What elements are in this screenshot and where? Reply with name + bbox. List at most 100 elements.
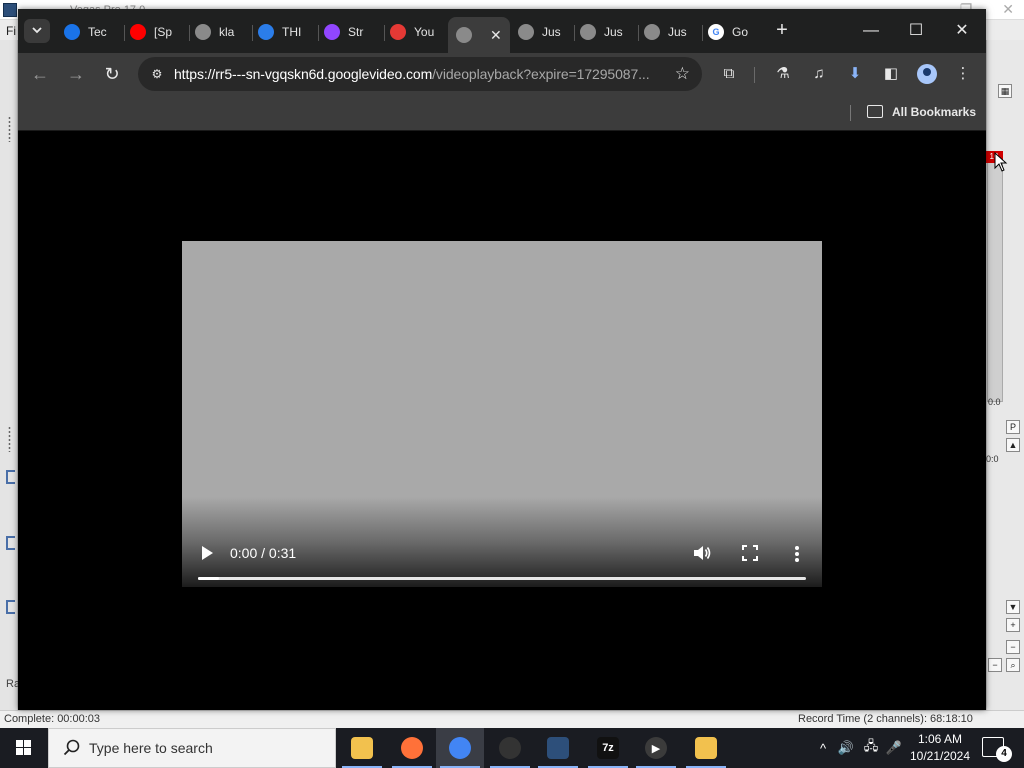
background-time-readout: 0:0	[986, 454, 999, 464]
taskbar-app-7zip[interactable]: 7z	[584, 728, 632, 768]
taskbar-app-chrome[interactable]	[436, 728, 484, 768]
chrome-icon	[449, 737, 471, 759]
profile-avatar-icon[interactable]	[917, 64, 937, 84]
track-icon[interactable]	[6, 600, 15, 614]
tab-search-button[interactable]	[24, 19, 50, 43]
url-text[interactable]: https://rr5---sn-vgqskn6d.googlevideo.co…	[174, 66, 664, 82]
taskbar-clock[interactable]: 1:06 AM 10/21/2024	[908, 731, 972, 765]
maximize-button[interactable]: ☐	[893, 17, 939, 45]
taskbar-app-file-explorer[interactable]	[338, 728, 386, 768]
show-hidden-icons-button[interactable]: ^	[814, 728, 832, 768]
tab-5[interactable]: Str	[324, 17, 374, 47]
folder-icon[interactable]	[867, 105, 883, 118]
video-player[interactable]: 0:00 / 0:31	[182, 241, 822, 587]
tab-separator	[252, 25, 253, 41]
tab-4[interactable]: THI	[258, 17, 308, 47]
new-tab-button[interactable]: +	[770, 19, 794, 43]
play-icon[interactable]	[200, 545, 214, 561]
tab-label: Str	[348, 25, 364, 39]
zoom-out-icon[interactable]: −	[1006, 640, 1020, 654]
obs-icon	[499, 737, 521, 759]
fullscreen-icon[interactable]	[742, 545, 758, 561]
media-controls-icon[interactable]: ♫	[808, 63, 830, 85]
tab-label: Go	[732, 25, 749, 39]
globe-icon	[195, 24, 211, 40]
tab-separator	[384, 25, 385, 41]
download-icon	[390, 24, 406, 40]
taskbar-search-box[interactable]: Type here to search	[48, 728, 336, 768]
tab-label: Jus	[542, 25, 561, 39]
chevron-down-icon	[32, 27, 42, 34]
start-button[interactable]	[0, 728, 48, 768]
forward-button[interactable]: →	[64, 62, 88, 86]
status-record-time: Record Time (2 channels): 68:18:10	[798, 713, 973, 725]
toolbar-separator	[754, 67, 755, 83]
more-options-icon[interactable]	[794, 545, 800, 563]
tab-separator	[124, 25, 125, 41]
grip-icon[interactable]	[8, 426, 11, 452]
tab-8[interactable]: Jus	[518, 17, 568, 47]
firefox-icon	[401, 737, 423, 759]
tab-10[interactable]: Jus	[644, 17, 694, 47]
minimize-button[interactable]: —	[848, 17, 894, 45]
track-icon[interactable]	[6, 536, 15, 550]
zoom-in-icon[interactable]: +	[1006, 618, 1020, 632]
taskbar-app-media-player[interactable]: ▶	[632, 728, 680, 768]
side-panel-icon[interactable]: ◧	[880, 63, 902, 85]
video-progress-bar[interactable]	[198, 577, 806, 580]
taskbar-app-firefox[interactable]	[388, 728, 436, 768]
browser-toolbar: ← → ↻ ⚙ https://rr5---sn-vgqskn6d.google…	[18, 53, 986, 95]
tab-label: THI	[282, 25, 302, 39]
taskbar-app-files-cloud[interactable]	[682, 728, 730, 768]
extensions-icon[interactable]: ⧉	[718, 63, 740, 85]
close-icon[interactable]: ✕	[1002, 1, 1014, 18]
tab-3[interactable]: kla	[195, 17, 245, 47]
site-info-icon[interactable]: ⚙	[148, 65, 166, 83]
labs-flask-icon[interactable]: ⚗	[772, 63, 794, 85]
download-icon[interactable]: ⬇	[844, 63, 866, 85]
p-button[interactable]: P	[1006, 420, 1020, 434]
all-bookmarks-button[interactable]: All Bookmarks	[892, 105, 976, 119]
tab-9[interactable]: Jus	[580, 17, 630, 47]
scroll-up-icon[interactable]: ▲	[1006, 438, 1020, 452]
bookmark-star-icon[interactable]: ☆	[675, 64, 690, 84]
twitch-icon	[324, 24, 340, 40]
reload-button[interactable]: ↻	[100, 62, 124, 86]
media-player-icon: ▶	[645, 737, 667, 759]
taskbar-app-vegas[interactable]	[534, 728, 582, 768]
tab-7[interactable]: ✕	[448, 17, 510, 53]
taskbar: Type here to search 7z ▶ ^ 🔊 🖧 🎤 1:06 AM …	[0, 728, 1024, 768]
taskbar-app-obs[interactable]	[486, 728, 534, 768]
globe-icon	[456, 27, 472, 43]
tab-separator	[574, 25, 575, 41]
tab-label: You	[414, 25, 435, 39]
arrow-up-circle-icon	[64, 24, 80, 40]
close-window-button[interactable]: ✕	[939, 17, 985, 45]
grid-icon[interactable]: ▦	[998, 84, 1012, 98]
tab-strip: Tec [Sp kla THI Str You ✕ Jus Jus Jus G Go + — ☐ ✕	[18, 9, 986, 53]
grip-icon[interactable]	[8, 116, 11, 142]
chrome-window: Tec [Sp kla THI Str You ✕ Jus Jus Jus G Go + — ☐ ✕ …	[18, 9, 986, 710]
tab-1[interactable]: Tec	[64, 17, 114, 47]
network-tray-icon[interactable]: 🖧	[860, 728, 882, 768]
background-menu-file[interactable]: Fi	[6, 24, 16, 38]
scroll-down-icon[interactable]: ▼	[1006, 600, 1020, 614]
tab-11[interactable]: G Go	[708, 17, 758, 47]
track-icon[interactable]	[6, 470, 15, 484]
tab-6[interactable]: You	[390, 17, 440, 47]
globe-icon	[580, 24, 596, 40]
minus-icon[interactable]: −	[988, 658, 1002, 672]
meter-value: 0.0	[988, 397, 1001, 407]
volume-tray-icon[interactable]: 🔊	[836, 728, 856, 768]
menu-kebab-icon[interactable]: ⋮	[952, 63, 974, 85]
microphone-tray-icon[interactable]: 🎤	[884, 728, 904, 768]
back-button[interactable]: ←	[28, 62, 52, 86]
close-tab-icon[interactable]: ✕	[490, 27, 502, 44]
notification-badge: 4	[996, 746, 1012, 762]
tab-label: Jus	[604, 25, 623, 39]
magnifier-icon[interactable]: ⌕	[1006, 658, 1020, 672]
tab-2[interactable]: [Sp	[130, 17, 180, 47]
address-bar[interactable]: ⚙ https://rr5---sn-vgqskn6d.googlevideo.…	[138, 57, 702, 91]
volume-icon[interactable]	[692, 543, 712, 563]
video-time: 0:00 / 0:31	[230, 545, 297, 561]
